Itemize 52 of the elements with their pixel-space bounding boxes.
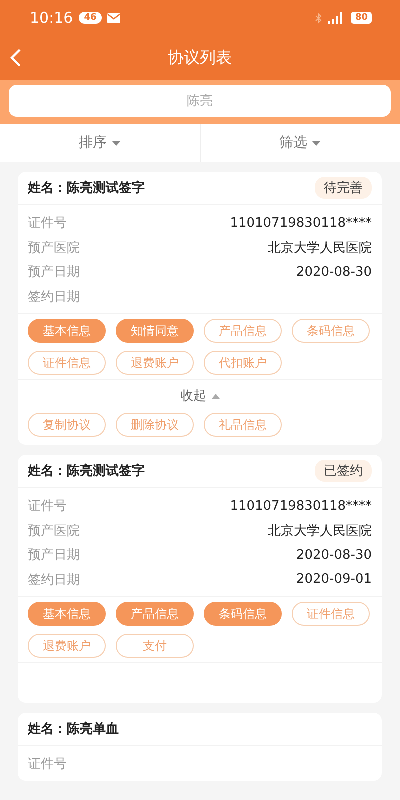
field-value: 北京大学人民医院: [268, 240, 372, 257]
signal-icon: [328, 12, 346, 24]
info-chip[interactable]: 复制协议: [28, 413, 106, 437]
patient-name: 姓名：陈亮测试签字: [28, 462, 145, 480]
info-chip[interactable]: 删除协议: [116, 413, 194, 437]
field-value: 11010719830118****: [230, 216, 372, 231]
battery-level: 80: [351, 12, 372, 24]
status-badge: 已签约: [315, 460, 372, 482]
info-chip[interactable]: 产品信息: [204, 319, 282, 343]
field-label: 签约日期: [28, 288, 80, 306]
back-icon[interactable]: [10, 48, 22, 68]
info-chip[interactable]: 知情同意: [116, 319, 194, 343]
field-label: 预产日期: [28, 547, 80, 564]
patient-name: 姓名：陈亮单血: [28, 720, 119, 738]
clock-time: 10:16: [30, 9, 74, 27]
page-title: 协议列表: [168, 48, 232, 68]
info-chip[interactable]: 证件信息: [28, 351, 106, 375]
bluetooth-icon: [315, 12, 322, 24]
field-label: 预产医院: [28, 240, 80, 257]
field-value: 北京大学人民医院: [268, 522, 372, 540]
field-value: 2020-08-30: [296, 264, 372, 280]
patient-name: 姓名：陈亮测试签字: [28, 180, 145, 197]
field-value: 11010719830118****: [230, 498, 372, 514]
info-chip[interactable]: 代扣账户: [204, 351, 282, 375]
status-badge: 待完善: [315, 177, 372, 199]
caret-icon: [312, 140, 322, 146]
info-chip[interactable]: 基本信息: [28, 602, 106, 626]
field-value: 2020-09-01: [296, 572, 372, 588]
info-chip[interactable]: 支付: [116, 634, 194, 658]
field-label: 证件号: [28, 215, 67, 232]
info-chip[interactable]: 礼品信息: [204, 413, 282, 437]
info-chip[interactable]: 证件信息: [292, 602, 370, 626]
filter-dropdown[interactable]: 筛选: [275, 130, 326, 156]
field-label: 签约日期: [28, 572, 80, 589]
info-chip[interactable]: 条码信息: [204, 602, 282, 626]
mail-icon: [106, 12, 121, 24]
collapse-button[interactable]: 收起: [174, 386, 226, 406]
field-value: 2020-08-30: [296, 548, 372, 563]
filter-dropdown[interactable]: 排序: [74, 130, 125, 156]
info-chip[interactable]: 基本信息: [28, 319, 106, 343]
field-label: 证件号: [28, 756, 67, 774]
info-chip[interactable]: 条码信息: [292, 319, 370, 343]
field-label: 证件号: [28, 498, 67, 516]
info-chip[interactable]: 退费账户: [28, 634, 106, 658]
caret-icon: [212, 394, 220, 398]
network-badge: 46: [79, 12, 102, 24]
field-label: 预产医院: [28, 522, 80, 540]
caret-icon: [112, 140, 121, 146]
info-chip[interactable]: 产品信息: [116, 602, 194, 626]
search-field[interactable]: 陈亮: [9, 85, 391, 117]
field-label: 预产日期: [28, 264, 80, 282]
info-chip[interactable]: 退费账户: [116, 351, 194, 375]
